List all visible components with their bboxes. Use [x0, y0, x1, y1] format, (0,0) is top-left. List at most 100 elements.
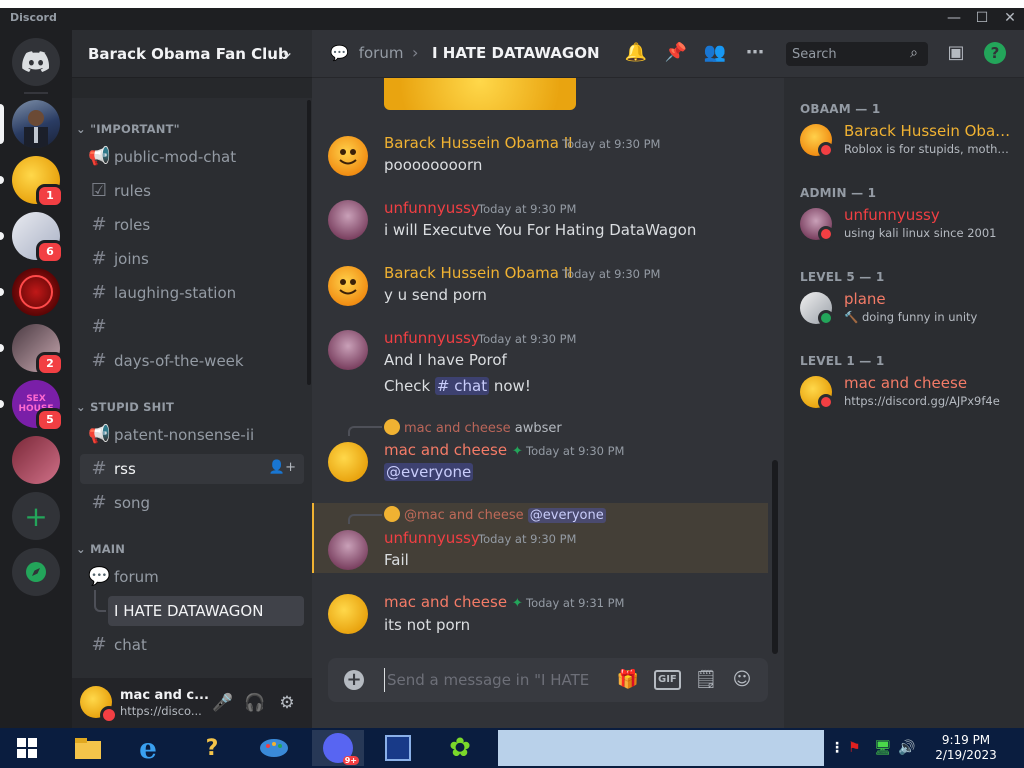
unread-pill	[0, 288, 4, 296]
headphones-icon[interactable]: 🎧	[244, 692, 266, 714]
avatar[interactable]	[328, 330, 368, 370]
hash-icon: #	[91, 316, 107, 337]
avatar[interactable]	[328, 266, 368, 306]
message-author[interactable]: Barack Hussein Obama II	[384, 264, 573, 282]
guild-header[interactable]: Barack Obama Fan Club ⌄	[72, 30, 312, 78]
file-explorer-icon[interactable]	[62, 730, 114, 766]
gear-icon[interactable]: ⚙	[276, 692, 298, 714]
close-button[interactable]: ✕	[1000, 9, 1020, 27]
server-pink[interactable]	[12, 436, 60, 484]
gift-icon[interactable]: 🎁	[616, 669, 640, 690]
more-icon[interactable]: ⋯	[743, 42, 767, 63]
member-item[interactable]: mac and cheese https://discord.gg/AJPx9f…	[792, 370, 1016, 414]
thread-connector	[94, 590, 106, 612]
clock[interactable]: 9:19 PM 2/19/2023	[926, 733, 1006, 763]
bell-icon[interactable]: 🔔	[624, 42, 648, 63]
category-stupid[interactable]: ⌄ STUPID SHIT	[76, 400, 174, 414]
server-sex-house[interactable]: SEX HOUSE 5	[0, 380, 64, 432]
home-button[interactable]	[12, 38, 60, 86]
message-author[interactable]: unfunnyussy	[384, 329, 480, 347]
active-window-button[interactable]	[498, 730, 824, 766]
channel-forum[interactable]: 💬 forum	[80, 562, 304, 592]
message-author[interactable]: Barack Hussein Obama II	[384, 134, 573, 152]
help-icon[interactable]: ?	[984, 42, 1006, 64]
mac-cheese-image[interactable]	[384, 78, 576, 110]
hash-icon: #	[91, 634, 107, 655]
member-item[interactable]: plane 🔨 doing funny in unity	[792, 286, 1016, 330]
message-text: And I have Porof	[384, 351, 507, 369]
flag-icon[interactable]: ⚑	[848, 740, 861, 756]
volume-icon[interactable]: 🔊	[898, 740, 915, 756]
channel-days-of-the-week[interactable]: # days-of-the-week	[80, 346, 304, 376]
pin-icon[interactable]: 📌	[664, 42, 688, 63]
icq-icon[interactable]: ✿	[434, 730, 486, 766]
invite-icon[interactable]: 👤+	[269, 460, 296, 475]
avatar[interactable]	[328, 136, 368, 176]
unread-pill	[0, 176, 4, 184]
minimize-button[interactable]: —	[944, 9, 964, 27]
channel-laughing-station[interactable]: # laughing-station	[80, 278, 304, 308]
mute-mic-icon[interactable]: 🎤	[212, 692, 234, 714]
channel-public-mod-chat[interactable]: 📢 public-mod-chat	[80, 142, 304, 172]
message-author[interactable]: mac and cheese ✦	[384, 593, 523, 611]
chevron-down-icon: ⌄	[280, 42, 294, 61]
chat-scrollbar[interactable]	[772, 460, 778, 654]
breadcrumb-forum[interactable]: 💬 forum	[330, 44, 403, 62]
emoji-icon[interactable]: ☺	[730, 669, 754, 690]
inbox-icon[interactable]: ▣	[944, 42, 968, 63]
user-status: https://disco...	[120, 704, 202, 718]
category-main[interactable]: ⌄ MAIN	[76, 542, 125, 556]
sidebar-scrollbar[interactable]	[307, 100, 311, 385]
gif-button[interactable]: GIF	[654, 670, 681, 690]
avatar[interactable]	[328, 200, 368, 240]
add-server-button[interactable]: +	[12, 492, 60, 540]
tray-overflow-icon[interactable]: ⋮	[830, 740, 844, 756]
start-button[interactable]	[0, 730, 54, 766]
message-input[interactable]	[384, 668, 594, 692]
message-author[interactable]: unfunnyussy	[384, 199, 480, 217]
network-icon[interactable]: 🖥	[874, 740, 892, 756]
message-author[interactable]: unfunnyussy	[384, 529, 480, 547]
server-white[interactable]: 6	[0, 212, 64, 264]
message-author[interactable]: mac and cheese ✦	[384, 441, 523, 459]
channel-list: ⌄ "IMPORTANT" 📢 public-mod-chat ☑ rules …	[72, 78, 312, 678]
reply-preview[interactable]: @mac and cheese @everyone	[384, 506, 606, 523]
channel-song[interactable]: # song	[80, 488, 304, 518]
thread-i-hate-datawagon[interactable]: I HATE DATAWAGON	[108, 596, 304, 626]
maximize-button[interactable]: ☐	[972, 9, 992, 27]
server-rail: 1 6 2 SEX HOUSE 5 +	[0, 30, 72, 728]
internet-explorer-icon[interactable]: e	[122, 730, 174, 766]
unread-pill	[0, 400, 4, 408]
discord-taskbar-icon[interactable]: 9+	[312, 730, 364, 766]
paint-app-icon[interactable]	[248, 730, 300, 766]
explore-button[interactable]	[12, 548, 60, 596]
sticker-icon[interactable]: 🗒	[694, 669, 718, 690]
channel-chat[interactable]: # chat	[80, 630, 304, 660]
channel-patent-nonsense-ii[interactable]: 📢 patent-nonsense-ii	[80, 420, 304, 450]
members-icon[interactable]: 👥	[703, 42, 727, 63]
channel-mention-chat[interactable]: # chat	[434, 377, 490, 395]
channel-roles[interactable]: # roles	[80, 210, 304, 240]
everyone-mention[interactable]: @everyone	[384, 463, 474, 481]
channel-unnamed[interactable]: #	[80, 312, 304, 342]
member-item[interactable]: unfunnyussy using kali linux since 2001	[792, 202, 1016, 246]
screen-top-strip	[0, 0, 1024, 8]
reply-preview[interactable]: mac and cheese awbser	[384, 419, 562, 436]
server-dark[interactable]: 2	[0, 324, 64, 376]
server-obama[interactable]	[0, 100, 60, 148]
chevron-down-icon: ⌄	[76, 542, 86, 556]
channel-rules[interactable]: ☑ rules	[80, 176, 304, 206]
channel-joins[interactable]: # joins	[80, 244, 304, 274]
category-important[interactable]: ⌄ "IMPORTANT"	[76, 122, 180, 136]
virtualbox-icon[interactable]	[372, 730, 424, 766]
avatar[interactable]	[328, 594, 368, 634]
upload-plus-icon[interactable]: +	[344, 670, 364, 690]
server-red[interactable]	[0, 268, 60, 316]
server-mac-cheese[interactable]: 1	[0, 156, 64, 208]
avatar[interactable]	[328, 442, 368, 482]
avatar[interactable]	[328, 530, 368, 570]
member-item[interactable]: Barack Hussein Obam... Roblox is for stu…	[792, 118, 1016, 162]
channel-rss[interactable]: # rss 👤+	[80, 454, 304, 484]
message-text: i will Executve You For Hating DataWagon	[384, 221, 697, 239]
help-app-icon[interactable]: ?	[186, 730, 238, 766]
